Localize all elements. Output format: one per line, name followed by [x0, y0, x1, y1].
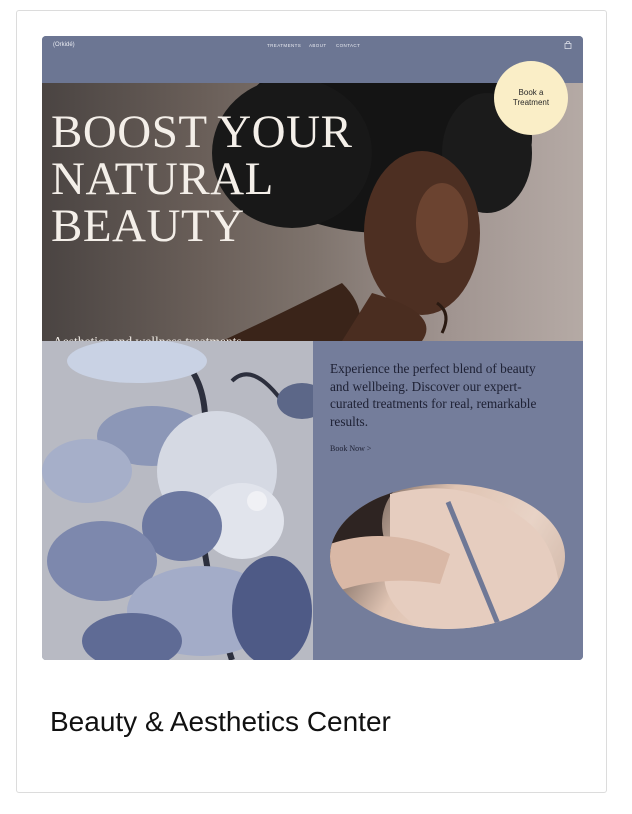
site-logo[interactable]: (Orkidé)	[53, 42, 75, 48]
hero-subtitle: Aesthetics and wellness treatments for e…	[53, 333, 253, 341]
book-treatment-label: Book a Treatment	[512, 88, 550, 107]
card-title[interactable]: Beauty & Aesthetics Center	[50, 706, 391, 738]
template-thumbnail[interactable]: (Orkidé) TREATMENTS ABOUT CONTACT BOOST …	[42, 36, 583, 660]
shopping-bag-icon[interactable]	[564, 41, 572, 49]
nav-about[interactable]: ABOUT	[309, 43, 327, 48]
orchid-image	[42, 341, 313, 660]
hero-title-line-3: BEAUTY	[51, 200, 245, 252]
back-shoulder-image	[330, 484, 565, 629]
hero-title-line-2: NATURAL	[51, 153, 274, 205]
hero-title-line-1: BOOST YOUR	[51, 106, 353, 158]
intro-text: Experience the perfect blend of beauty a…	[330, 361, 537, 429]
book-now-link[interactable]: Book Now >	[330, 444, 371, 453]
book-treatment-button[interactable]: Book a Treatment	[494, 61, 568, 135]
nav-contact[interactable]: CONTACT	[336, 43, 360, 48]
hero-title: BOOST YOUR NATURAL BEAUTY	[51, 109, 431, 250]
intro-panel: Experience the perfect blend of beauty a…	[313, 341, 583, 660]
nav-treatments[interactable]: TREATMENTS	[267, 43, 301, 48]
